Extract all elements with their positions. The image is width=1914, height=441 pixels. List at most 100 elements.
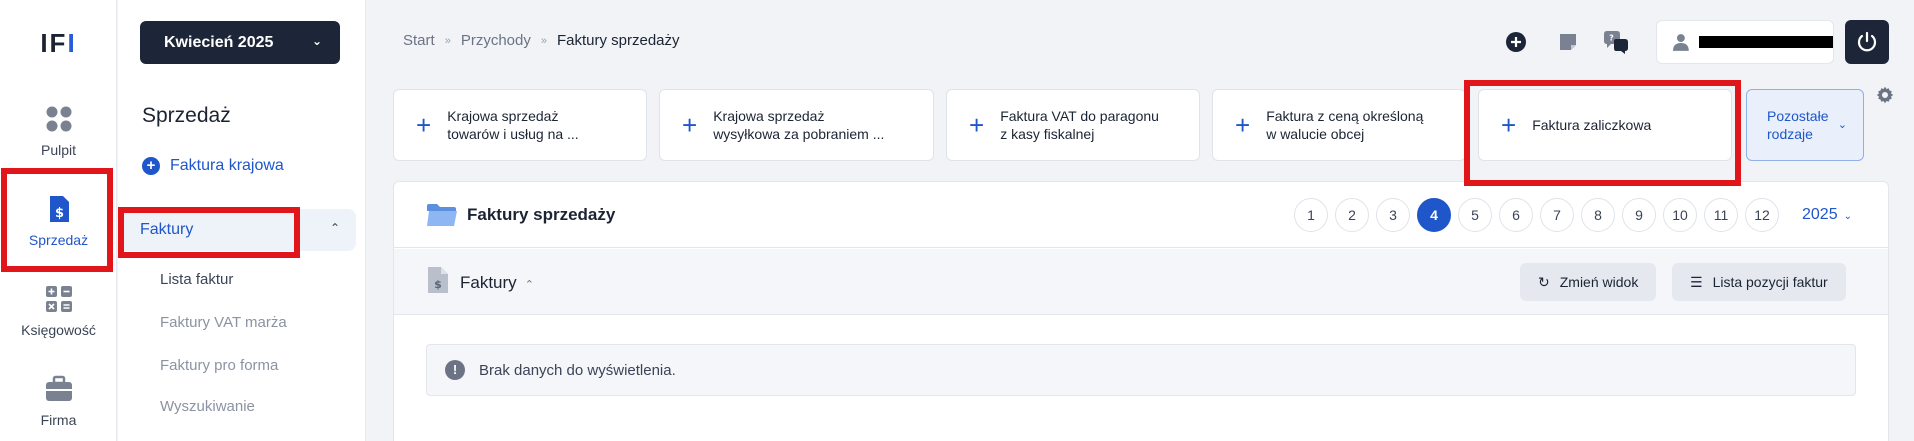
card-faktura-vat-do-paragonu[interactable]: + Faktura VAT do paragonu z kasy fiskalne… [946, 89, 1200, 161]
sidebar-group-label: Faktury [140, 221, 194, 238]
month-button[interactable]: 7 [1540, 198, 1574, 232]
chevron-right-icon: » [540, 34, 547, 47]
card-faktura-waluta-obca[interactable]: + Faktura z ceną określoną w walucie obce… [1212, 89, 1466, 161]
svg-text:$: $ [434, 278, 442, 291]
section-header: $ Faktury ⌃ ↻ Zmień widok ☰ Lista pozycji… [394, 249, 1888, 315]
chevron-down-icon: ⌄ [1837, 119, 1847, 131]
month-pagination: 1 2 3 4 5 6 7 8 9 10 11 12 [1294, 198, 1779, 232]
user-account-button[interactable] [1656, 20, 1834, 64]
month-button[interactable]: 5 [1458, 198, 1492, 232]
note-icon[interactable] [1556, 30, 1580, 54]
other-line1: Pozostałe [1767, 108, 1829, 124]
month-button[interactable]: 1 [1294, 198, 1328, 232]
rail-label: Firma [40, 412, 77, 428]
section-title[interactable]: Faktury ⌃ [460, 273, 534, 293]
month-button[interactable]: 12 [1745, 198, 1779, 232]
invoice-items-list-button[interactable]: ☰ Lista pozycji faktur [1672, 263, 1846, 301]
empty-state-message: ! Brak danych do wyświetlenia. [426, 344, 1856, 396]
card-line1: Faktura zaliczkowa [1532, 117, 1652, 133]
invoices-panel: Faktury sprzedaży 1 2 3 4 5 6 7 8 9 10 1… [393, 181, 1889, 441]
plus-icon: + [416, 110, 432, 140]
card-line2: wysyłkowa za pobraniem ... [713, 126, 885, 142]
invoice-dollar-icon: $ [49, 196, 69, 222]
gear-icon[interactable] [1876, 86, 1894, 104]
month-button[interactable]: 11 [1704, 198, 1738, 232]
rail-item-sprzedaz[interactable]: $ Sprzedaż [0, 194, 117, 276]
chevron-up-icon: ⌃ [329, 221, 340, 235]
month-button-active[interactable]: 4 [1417, 198, 1451, 232]
breadcrumb-start[interactable]: Start [403, 32, 435, 49]
new-domestic-invoice-label: Faktura krajowa [170, 157, 284, 174]
month-button[interactable]: 3 [1376, 198, 1410, 232]
month-button[interactable]: 10 [1663, 198, 1697, 232]
breadcrumb: Start » Przychody » Faktury sprzedaży [403, 32, 680, 49]
sidebar-item-faktury-pro-forma[interactable]: Faktury pro forma [160, 357, 278, 374]
power-icon [1857, 31, 1877, 52]
year-selector[interactable]: 2025 ⌄ [1802, 206, 1852, 224]
sidebar-item-wyszukiwanie[interactable]: Wyszukiwanie [160, 398, 255, 415]
folder-icon [427, 204, 457, 226]
chevron-down-icon: ⌄ [1843, 211, 1852, 222]
card-line1: Krajowa sprzedaż [447, 108, 559, 124]
month-button[interactable]: 2 [1335, 198, 1369, 232]
card-line2: w walucie obcej [1266, 126, 1365, 142]
svg-text:$: $ [54, 206, 63, 221]
new-domestic-invoice-link[interactable]: + Faktura krajowa [142, 157, 284, 175]
card-faktura-zaliczkowa[interactable]: + Faktura zaliczkowa [1478, 89, 1732, 161]
icon-rail: IFI Pulpit $ Sprzedaż Księgowość Firma [0, 0, 117, 441]
refresh-icon: ↻ [1538, 273, 1550, 290]
calculator-icon [45, 286, 72, 312]
rail-label: Księgowość [21, 322, 96, 338]
panel-title: Faktury sprzedaży [467, 205, 616, 224]
section-title-text: Faktury [460, 273, 517, 292]
chevron-right-icon: » [444, 34, 451, 47]
month-button[interactable]: 8 [1581, 198, 1615, 232]
sidebar-item-faktury-vat-marza[interactable]: Faktury VAT marża [160, 314, 287, 331]
breadcrumb-current: Faktury sprzedaży [556, 32, 680, 49]
card-line2: z kasy fiskalnej [1000, 126, 1095, 142]
plus-icon: + [1235, 110, 1251, 140]
panel-header: Faktury sprzedaży 1 2 3 4 5 6 7 8 9 10 1… [394, 182, 1888, 248]
svg-text:?: ? [1609, 34, 1614, 43]
rail-item-pulpit[interactable]: Pulpit [0, 104, 117, 186]
briefcase-icon [45, 375, 72, 401]
rail-label: Sprzedaż [28, 232, 89, 248]
month-button[interactable]: 9 [1622, 198, 1656, 232]
help-chat-icon[interactable]: ? [1602, 30, 1630, 54]
card-krajowa-sprzedaz-wysylkowa[interactable]: + Krajowa sprzedaż wysyłkowa za pobraniem… [659, 89, 934, 161]
other-invoice-types-dropdown[interactable]: Pozostałe rodzaje ⌄ [1746, 89, 1864, 161]
user-icon [1673, 34, 1689, 51]
rail-item-ksiegowosc[interactable]: Księgowość [0, 284, 117, 366]
sidebar-title: Sprzedaż [142, 104, 231, 127]
month-label: Kwiecień 2025 [164, 33, 274, 51]
card-krajowa-sprzedaz-towarow[interactable]: + Krajowa sprzedaż towarów i usług na ... [393, 89, 647, 161]
sidebar-group-faktury[interactable]: Faktury ⌃ [120, 209, 356, 251]
add-circle-icon[interactable] [1504, 30, 1528, 54]
list-icon: ☰ [1690, 273, 1703, 290]
dashboard-icon [46, 106, 71, 132]
card-line2: towarów i usług na ... [447, 126, 579, 142]
rail-item-firma[interactable]: Firma [0, 374, 117, 441]
month-button[interactable]: 6 [1499, 198, 1533, 232]
invoice-document-icon: $ [428, 267, 448, 293]
card-line1: Krajowa sprzedaż [713, 108, 825, 124]
chevron-up-icon: ⌃ [524, 279, 534, 291]
empty-state-text: Brak danych do wyświetlenia. [479, 361, 676, 379]
card-line1: Faktura z ceną określoną [1266, 108, 1424, 124]
change-view-label: Zmień widok [1559, 274, 1639, 290]
plus-icon: + [969, 110, 985, 140]
plus-icon: + [682, 110, 698, 140]
other-line2: rodzaje [1767, 126, 1813, 142]
logout-button[interactable] [1845, 20, 1889, 64]
info-exclamation-icon: ! [445, 360, 465, 380]
year-label: 2025 [1802, 206, 1838, 223]
plus-icon: + [1501, 110, 1517, 140]
chevron-down-icon: ⌄ [311, 34, 322, 48]
breadcrumb-przychody[interactable]: Przychody [461, 32, 531, 49]
invoice-items-list-label: Lista pozycji faktur [1712, 274, 1828, 290]
month-selector-button[interactable]: Kwiecień 2025 ⌄ [140, 21, 340, 64]
change-view-button[interactable]: ↻ Zmień widok [1520, 263, 1657, 301]
plus-circle-icon: + [142, 157, 160, 175]
ifi-logo[interactable]: IFI [0, 28, 117, 59]
sidebar-item-lista-faktur[interactable]: Lista faktur [160, 271, 233, 288]
